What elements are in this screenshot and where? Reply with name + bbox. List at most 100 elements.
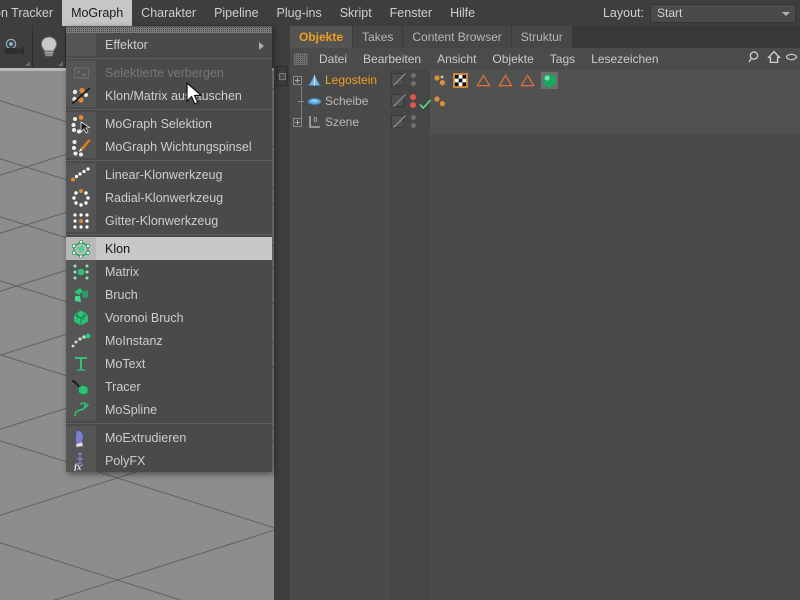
menu-motion-tracker[interactable]: on Tracker [0,0,62,26]
panel-grip-icon[interactable] [294,53,308,65]
menu-item-label: Selektierte verbergen [96,66,224,80]
object-name[interactable]: Szene [325,112,359,133]
enabled-check-icon[interactable] [419,99,432,110]
visibility-toggle-group[interactable] [391,112,404,133]
menu-item-linear-klonwerkzeug[interactable]: Linear-Klonwerkzeug [66,163,272,186]
table-row[interactable]: 0 Szene [290,112,800,133]
triangle-tag[interactable] [498,73,513,88]
visibility-toggle-group[interactable] [391,70,404,91]
menu-mograph[interactable]: MoGraph [62,0,132,26]
visibility-slash-icon[interactable] [391,94,404,107]
menu-hilfe[interactable]: Hilfe [441,0,484,26]
menu-item-moextrudieren[interactable]: MoExtrudieren [66,426,272,449]
menu-pipeline[interactable]: Pipeline [205,0,267,26]
row-expander[interactable] [293,118,302,127]
menu-plugins[interactable]: Plug-ins [268,0,331,26]
visibility-slash-icon[interactable] [391,115,404,128]
home-icon[interactable] [767,50,781,64]
triangle-tag[interactable] [520,73,535,88]
menu-item-moinstanz[interactable]: MoInstanz [66,329,272,352]
menu-item-bruch[interactable]: Bruch [66,283,272,306]
visibility-slash-icon[interactable] [391,73,404,86]
visibility-toggle-group[interactable] [391,91,404,112]
object-tree[interactable]: Legostein [290,70,800,600]
om-menu-objekte[interactable]: Objekte [484,48,541,70]
om-menu-tags[interactable]: Tags [542,48,583,70]
menu-item-mospline[interactable]: MoSpline [66,398,272,421]
menu-skript[interactable]: Skript [331,0,381,26]
material-sphere-tag[interactable] [541,72,558,89]
om-menu-ansicht[interactable]: Ansicht [429,48,484,70]
render-visibility-dot [411,81,416,86]
object-name[interactable]: Scheibe [325,91,368,112]
menu-item-selektierte-verbergen[interactable]: Selektierte verbergen [66,61,272,84]
menu-item-tracer[interactable]: Tracer [66,375,272,398]
swap-clone-matrix-icon [66,84,96,107]
search-icon[interactable] [748,50,762,64]
tab-content-browser[interactable]: Content Browser [403,26,511,48]
tool-corner-marker [25,61,30,66]
moinstance-icon [66,329,96,352]
menu-separator [66,109,272,110]
render-visibility-dot [410,102,416,108]
editor-visibility-dot[interactable] [411,115,416,136]
layout-selector-zone: Layout: Start [603,0,796,26]
menu-separator [66,234,272,235]
mograph-dots-tag[interactable] [432,73,447,88]
menu-item-mograph-selektion[interactable]: MoGraph Selektion [66,112,272,135]
tool-corner-marker [58,61,63,66]
object-manager-panel: Objekte Takes Content Browser Struktur D… [290,26,800,600]
layout-label: Layout: [603,6,644,20]
menu-item-label: Gitter-Klonwerkzeug [96,214,218,228]
viewport-layout-gadget[interactable] [276,66,288,86]
layer-zero-icon: 0 [307,115,323,130]
chevron-right-icon [259,42,264,50]
tab-struktur[interactable]: Struktur [512,26,573,48]
visibility-column [390,70,430,600]
blank-icon [66,33,96,56]
menu-item-label: Klon [96,242,130,256]
menu-item-mograph-wichtungspinsel[interactable]: MoGraph Wichtungspinsel [66,135,272,158]
mospline-icon [66,398,96,421]
triangle-tag[interactable] [476,73,491,88]
menu-item-effektor[interactable]: Effektor [66,33,272,56]
camera-tool-button[interactable] [0,26,33,68]
layout-dropdown[interactable]: Start [650,4,796,23]
menu-item-radial-klonwerkzeug[interactable]: Radial-Klonwerkzeug [66,186,272,209]
cone-object-icon [307,74,322,88]
menu-item-polyfx[interactable]: fx PolyFX [66,449,272,472]
polyfx-icon: fx [66,449,96,472]
mograph-weight-brush-icon [66,135,96,158]
menu-item-motext[interactable]: MoText [66,352,272,375]
menu-item-gitter-klonwerkzeug[interactable]: Gitter-Klonwerkzeug [66,209,272,232]
table-row[interactable]: Scheibe [290,91,800,112]
tab-objekte[interactable]: Objekte [290,26,353,48]
object-name[interactable]: Legostein [325,70,377,91]
render-visibility-dot [411,123,416,128]
mograph-dots-tag[interactable] [432,94,447,109]
light-tool-button[interactable] [33,26,66,68]
viewport-panel-divider[interactable] [274,26,290,600]
table-row[interactable]: Legostein [290,70,800,91]
om-menu-bearbeiten[interactable]: Bearbeiten [355,48,429,70]
menu-charakter[interactable]: Charakter [132,0,205,26]
menu-item-label: MoGraph Wichtungspinsel [96,140,252,154]
cloner-icon [66,237,96,260]
menu-item-label: MoSpline [96,403,157,417]
mograph-selection-icon [66,112,96,135]
menu-item-voronoi-bruch[interactable]: Voronoi Bruch [66,306,272,329]
om-menu-datei[interactable]: Datei [311,48,355,70]
row-expander[interactable] [293,76,302,85]
motext-icon [66,352,96,375]
menu-item-matrix[interactable]: Matrix [66,260,272,283]
om-menu-lesezeichen[interactable]: Lesezeichen [583,48,666,70]
menu-item-klon[interactable]: Klon [66,237,272,260]
menu-item-klon-matrix-austauschen[interactable]: Klon/Matrix austauschen [66,84,272,107]
tab-takes[interactable]: Takes [353,26,403,48]
layout-value: Start [657,6,682,20]
arrow-icon[interactable] [786,50,798,64]
voronoi-fracture-icon [66,306,96,329]
menu-fenster[interactable]: Fenster [381,0,441,26]
light-bulb-icon [38,34,60,60]
checkerboard-tag[interactable] [453,73,468,88]
